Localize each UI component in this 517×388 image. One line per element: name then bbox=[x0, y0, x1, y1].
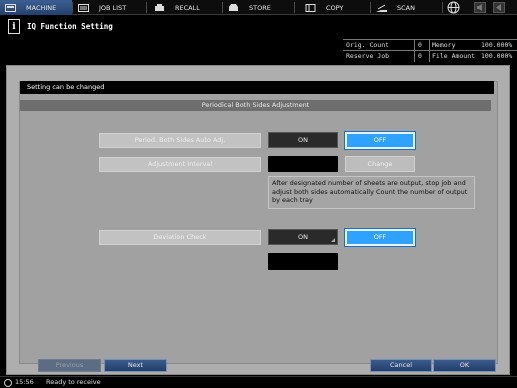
tab-recall[interactable]: RECALL bbox=[154, 0, 220, 15]
auto-adj-off-button[interactable]: OFF bbox=[345, 132, 415, 149]
deviation-on-button[interactable]: ON bbox=[268, 229, 338, 245]
tab-machine[interactable]: MACHINE bbox=[0, 0, 72, 15]
counter-info-panel: Orig. Count 0 Memory 100.000% Reserve Jo… bbox=[343, 39, 517, 62]
tab-scan[interactable]: SCAN bbox=[376, 0, 440, 15]
tab-divider bbox=[294, 2, 295, 13]
deviation-value-display bbox=[268, 253, 338, 270]
deviation-off-button[interactable]: OFF bbox=[345, 229, 415, 246]
settings-inner-frame bbox=[19, 81, 498, 364]
info-row-orig-count: Orig. Count 0 Memory 100.000% bbox=[343, 40, 517, 50]
interval-value-display bbox=[268, 156, 338, 172]
tab-store-label: STORE bbox=[249, 3, 271, 12]
orig-count-label: Orig. Count bbox=[346, 41, 390, 49]
auto-adj-label: Period. Both Sides Auto Adj. bbox=[99, 133, 261, 148]
info-row-reserve-job: Reserve Job 0 File Amount 100.000% bbox=[343, 51, 517, 61]
status-banner: Setting can be changed bbox=[20, 81, 494, 94]
memory-value: 100.000% bbox=[481, 41, 513, 49]
interval-label: Adjustment Interval bbox=[99, 157, 261, 172]
info-icon: i bbox=[8, 19, 20, 34]
tab-divider bbox=[72, 2, 73, 13]
tab-copy-label: COPY bbox=[326, 3, 344, 12]
change-button-label: Change bbox=[367, 160, 393, 168]
top-tab-bar: MACHINE JOB LIST RECALL STORE COPY SCAN bbox=[0, 0, 517, 15]
status-bar: 15:56 Ready to receive bbox=[0, 376, 517, 388]
tab-divider bbox=[370, 2, 371, 13]
next-button[interactable]: Next bbox=[104, 359, 167, 372]
orig-count-value: 0 bbox=[418, 41, 422, 49]
globe-icon[interactable] bbox=[447, 1, 460, 14]
scroll-button[interactable] bbox=[493, 2, 505, 13]
change-button[interactable]: Change bbox=[345, 156, 415, 172]
volume-button[interactable] bbox=[474, 2, 486, 13]
copy-icon bbox=[305, 3, 316, 12]
triangle-icon bbox=[496, 4, 501, 11]
machine-icon bbox=[5, 3, 16, 12]
file-amount-label: File Amount bbox=[432, 52, 476, 60]
job-list-icon bbox=[78, 3, 89, 12]
tab-job-list-label: JOB LIST bbox=[99, 3, 127, 12]
deviation-on-label: ON bbox=[298, 233, 308, 241]
cancel-button[interactable]: Cancel bbox=[370, 359, 432, 372]
tab-divider bbox=[442, 2, 443, 13]
corner-triangle-icon bbox=[408, 165, 412, 169]
ok-button[interactable]: OK bbox=[433, 359, 496, 372]
recall-icon bbox=[154, 3, 165, 12]
store-icon bbox=[228, 3, 239, 12]
page-title: IQ Function Setting bbox=[27, 22, 113, 31]
interval-description: After designated number of sheets are ou… bbox=[268, 176, 475, 209]
tab-recall-label: RECALL bbox=[175, 3, 200, 12]
reserve-job-value: 0 bbox=[418, 52, 422, 60]
status-time: 15:56 bbox=[15, 378, 34, 386]
tab-copy[interactable]: COPY bbox=[305, 0, 365, 15]
clock-icon bbox=[4, 379, 12, 387]
speaker-icon bbox=[477, 4, 482, 11]
auto-adj-on-button[interactable]: ON bbox=[268, 132, 338, 148]
tab-store[interactable]: STORE bbox=[228, 0, 294, 15]
tab-job-list[interactable]: JOB LIST bbox=[78, 0, 146, 15]
scan-icon bbox=[376, 4, 387, 12]
deviation-check-label: Deviation Check bbox=[99, 230, 261, 245]
section-title: Periodical Both Sides Adjustment bbox=[20, 100, 491, 111]
status-message: Ready to receive bbox=[46, 378, 101, 386]
previous-button[interactable]: Previous bbox=[38, 359, 101, 372]
tab-divider bbox=[222, 2, 223, 13]
reserve-job-label: Reserve Job bbox=[346, 52, 390, 60]
tab-scan-label: SCAN bbox=[397, 3, 415, 12]
tab-divider bbox=[146, 2, 147, 13]
corner-triangle-icon bbox=[331, 238, 335, 242]
tab-machine-label: MACHINE bbox=[26, 3, 57, 12]
memory-label: Memory bbox=[432, 41, 456, 49]
settings-panel bbox=[6, 65, 510, 375]
file-amount-value: 100.000% bbox=[481, 52, 513, 60]
